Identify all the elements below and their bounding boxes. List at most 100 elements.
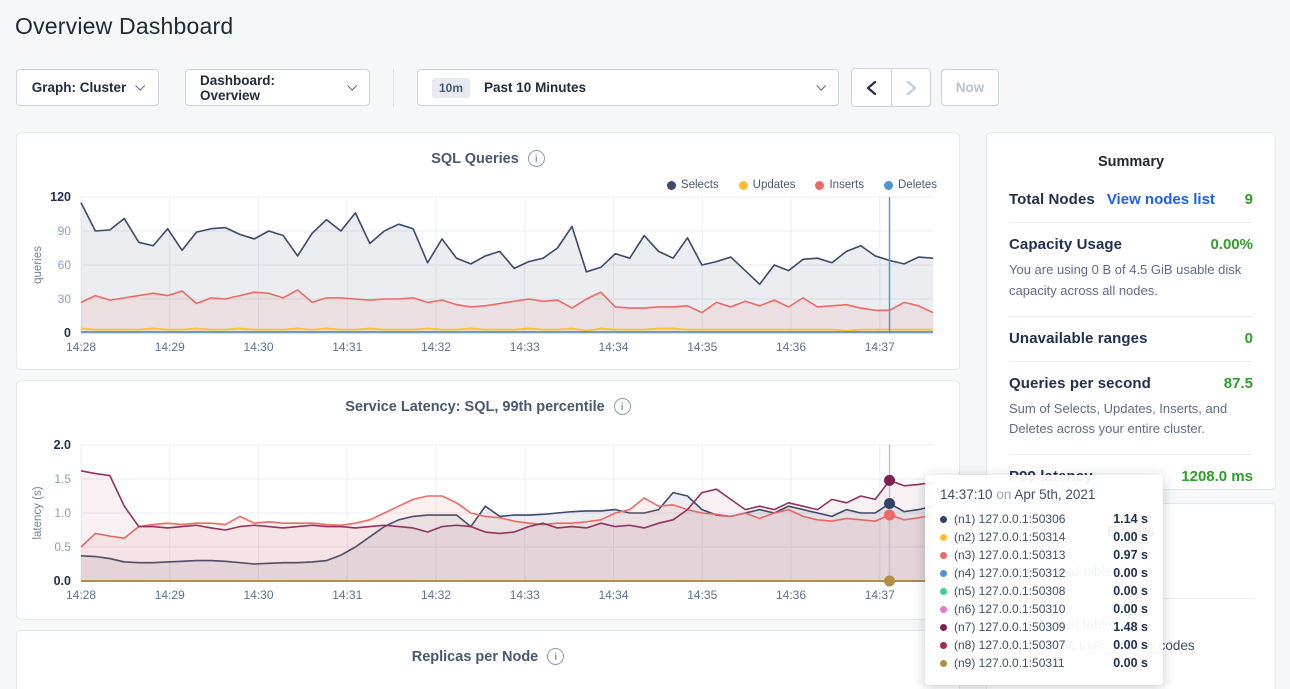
hover-point-dot [884, 498, 895, 509]
summary-rows: Total NodesView nodes list9Capacity Usag… [987, 178, 1275, 499]
time-range-badge: 10m [432, 78, 470, 98]
x-axis-tick-label: 14:37 [865, 340, 895, 354]
tooltip-node-row: (n5) 127.0.0.1:50308 0.00 s [940, 582, 1148, 600]
node-latency-value: 0.00 s [1113, 530, 1148, 544]
now-button-label: Now [956, 80, 985, 95]
x-axis-tick-label: 14:31 [332, 340, 362, 354]
x-axis-tick-label: 14:36 [776, 588, 806, 602]
node-color-dot [940, 570, 947, 577]
x-axis-tick-label: 14:35 [687, 588, 717, 602]
tooltip-timestamp: 14:37:10 on Apr 5th, 2021 [940, 487, 1148, 502]
tooltip-date: Apr 5th, 2021 [1014, 487, 1095, 502]
node-latency-value: 0.97 s [1113, 548, 1148, 562]
node-address: (n1) 127.0.0.1:50306 [954, 512, 1065, 526]
node-address: (n6) 127.0.0.1:50310 [954, 602, 1065, 616]
node-color-dot [940, 642, 947, 649]
x-axis-tick-label: 14:29 [155, 588, 185, 602]
now-button[interactable]: Now [941, 69, 999, 106]
x-axis-tick-label: 14:30 [243, 588, 273, 602]
x-axis-tick-label: 14:34 [598, 588, 628, 602]
overview-dashboard-page: Overview Dashboard Graph: Cluster Dashbo… [0, 0, 1290, 689]
node-address: (n4) 127.0.0.1:50312 [954, 566, 1065, 580]
node-latency-value: 0.00 s [1113, 656, 1148, 670]
chevron-left-icon [866, 81, 877, 95]
summary-row-value: 1208.0 ms [1181, 468, 1253, 485]
summary-row-value: 87.5 [1224, 375, 1253, 392]
y-axis-tick-label: 0 [64, 326, 71, 340]
tooltip-node-row: (n9) 127.0.0.1:50311 0.00 s [940, 654, 1148, 672]
node-color-dot [940, 624, 947, 631]
x-axis-tick-label: 14:33 [510, 588, 540, 602]
info-icon[interactable]: i [547, 648, 564, 665]
node-address: (n8) 127.0.0.1:50307 [954, 638, 1065, 652]
node-color-dot [940, 660, 947, 667]
node-color-dot [940, 588, 947, 595]
y-axis-tick-label: 2.0 [54, 438, 71, 452]
y-axis-tick-label: 1.0 [54, 506, 71, 520]
summary-row-label: Capacity Usage [1009, 236, 1122, 253]
summary-row-value: 0 [1245, 330, 1253, 347]
toolbar-divider [393, 69, 394, 107]
tooltip-node-row: (n8) 127.0.0.1:503070.00 s [940, 636, 1148, 654]
tooltip-node-row: (n2) 127.0.0.1:50314 0.00 s [940, 528, 1148, 546]
tooltip-node-row: (n3) 127.0.0.1:50313 0.97 s [940, 546, 1148, 564]
chevron-down-icon [136, 80, 146, 90]
y-axis-tick-label: 1.5 [54, 472, 71, 486]
node-latency-value: 0.00 s [1113, 566, 1148, 580]
node-color-dot [940, 534, 947, 541]
node-latency-value: 0.00 s [1113, 584, 1148, 598]
chart-header: Replicas per Node i [17, 631, 959, 665]
node-latency-value: 0.00 s [1113, 602, 1148, 616]
summary-panel: Summary Total NodesView nodes list9Capac… [986, 132, 1276, 490]
x-axis-tick-label: 14:35 [687, 340, 717, 354]
summary-row-subtext: You are using 0 B of 4.5 GiB usable disk… [1009, 260, 1253, 302]
time-range-label: Past 10 Minutes [484, 80, 586, 95]
summary-row: Queries per second87.5Sum of Selects, Up… [1009, 362, 1253, 456]
dashboard-dropdown[interactable]: Dashboard: Overview [185, 69, 370, 106]
graph-scope-dropdown[interactable]: Graph: Cluster [16, 69, 159, 106]
node-color-dot [940, 606, 947, 613]
view-nodes-list-link[interactable]: View nodes list [1107, 191, 1215, 208]
x-axis-tick-label: 14:28 [66, 340, 96, 354]
summary-row: Capacity Usage0.00%You are using 0 B of … [1009, 223, 1253, 317]
dashboard-dropdown-label: Dashboard: Overview [200, 73, 338, 103]
x-axis-tick-label: 14:32 [421, 340, 451, 354]
x-axis-tick-label: 14:28 [66, 588, 96, 602]
node-address: (n5) 127.0.0.1:50308 [954, 584, 1065, 598]
summary-row: Total NodesView nodes list9 [1009, 178, 1253, 223]
tooltip-conjunction: on [996, 487, 1011, 502]
y-axis-tick-label: 0.5 [54, 540, 71, 554]
service-latency-chart-canvas[interactable]: 14:2814:2914:3014:3114:3214:3314:3414:35… [17, 381, 959, 619]
sql-queries-chart-card: SQL Queries i SelectsUpdatesInsertsDelet… [16, 132, 960, 370]
time-step-buttons [851, 68, 931, 107]
previous-range-button[interactable] [852, 69, 891, 106]
x-axis-tick-label: 14:29 [155, 340, 185, 354]
node-latency-value: 1.48 s [1113, 620, 1148, 634]
sql-queries-chart-canvas[interactable]: 14:2814:2914:3014:3114:3214:3314:3414:35… [17, 133, 959, 369]
node-address: (n9) 127.0.0.1:50311 [954, 656, 1065, 670]
y-axis-title: latency (s) [32, 486, 44, 539]
node-address: (n2) 127.0.0.1:50314 [954, 530, 1065, 544]
tooltip-node-rows: (n1) 127.0.0.1:503061.14 s(n2) 127.0.0.1… [940, 510, 1148, 672]
chart-title: Replicas per Node [412, 649, 539, 665]
y-axis-tick-label: 60 [58, 258, 72, 272]
next-range-button[interactable] [891, 69, 930, 106]
page-title: Overview Dashboard [15, 13, 233, 40]
tooltip-time: 14:37:10 [940, 487, 993, 502]
x-axis-tick-label: 14:34 [598, 340, 628, 354]
summary-row-subtext: Sum of Selects, Updates, Inserts, and De… [1009, 399, 1253, 441]
node-address: (n3) 127.0.0.1:50313 [954, 548, 1065, 562]
x-axis-tick-label: 14:37 [865, 588, 895, 602]
y-axis-title: queries [32, 246, 44, 284]
x-axis-tick-label: 14:36 [776, 340, 806, 354]
x-axis-tick-label: 14:33 [510, 340, 540, 354]
tooltip-node-row: (n1) 127.0.0.1:503061.14 s [940, 510, 1148, 528]
dashboard-toolbar: Graph: Cluster Dashboard: Overview 10m P… [16, 68, 999, 107]
hover-point-dot [884, 475, 895, 486]
graph-scope-label: Graph: Cluster [32, 80, 127, 95]
x-axis-tick-label: 14:32 [421, 588, 451, 602]
summary-row: Unavailable ranges 0 [1009, 317, 1253, 362]
time-range-dropdown[interactable]: 10m Past 10 Minutes [417, 69, 839, 106]
node-color-dot [940, 552, 947, 559]
summary-row-label: Unavailable ranges [1009, 330, 1148, 347]
